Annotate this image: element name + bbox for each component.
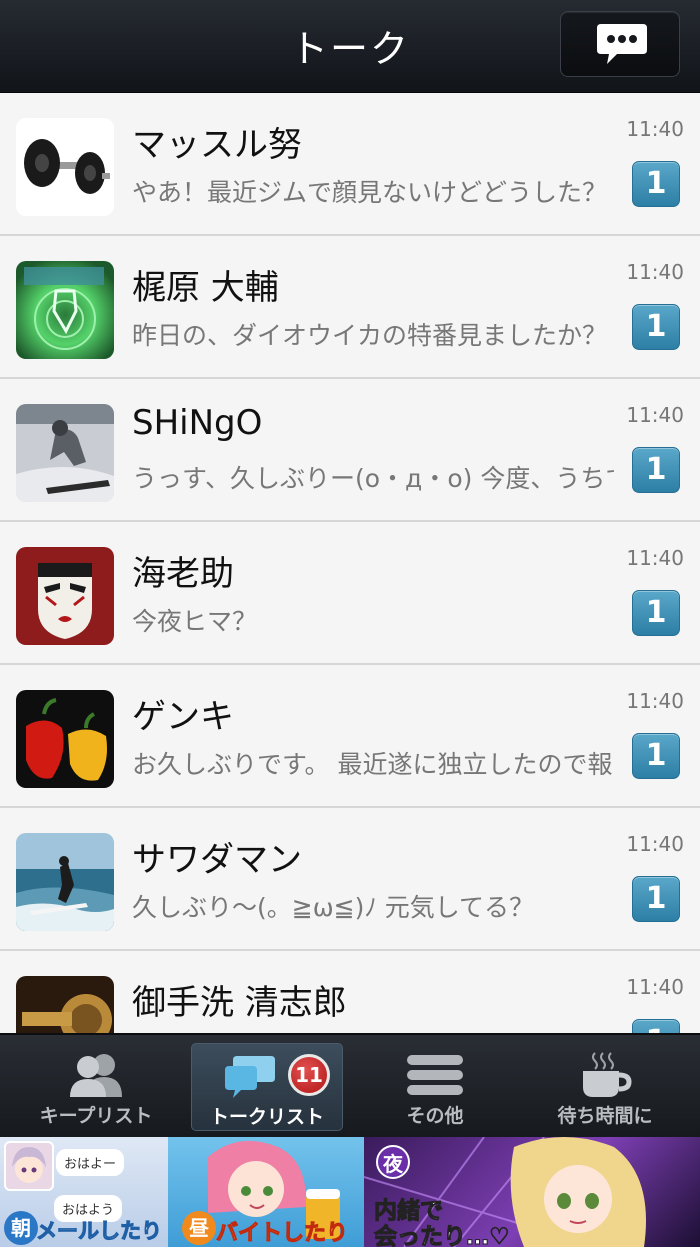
chat-name: 御手洗 清志郎: [132, 983, 347, 1023]
banner-text-night-2: 会ったり…♡: [374, 1224, 511, 1247]
chat-time: 11:40: [626, 117, 684, 141]
banner-tag-daytime: 昼: [182, 1211, 216, 1245]
chat-preview: 久しぶり～(。≧ω≦)ﾉ 元気してる？: [132, 893, 535, 922]
banner-character-avatar: [4, 1141, 54, 1191]
avatar-surfer: [16, 833, 114, 931]
chat-row[interactable]: 梶原 大輔 昨日の、ダイオウイカの特番見ましたか？ 11:40 1: [0, 236, 700, 379]
banner-tag-morning: 朝: [4, 1211, 38, 1245]
chat-row[interactable]: 海老助 今夜ヒマ？ 11:40 1: [0, 522, 700, 665]
banner-text-daytime: バイトしたり: [215, 1221, 349, 1247]
chat-row[interactable]: ゲンキ お久しぶりです。 最近遂に独立したので報告 11:40 1: [0, 665, 700, 808]
chat-row[interactable]: サワダマン 久しぶり～(。≧ω≦)ﾉ 元気してる？ 11:40 1: [0, 808, 700, 951]
chat-name: SHiNgO: [132, 403, 263, 443]
banner-text-morning: メールしたり: [36, 1219, 163, 1244]
chat-preview: 昨日の、ダイオウイカの特番見ましたか？: [132, 321, 608, 350]
chat-row[interactable]: 御手洗 清志郎 11:40 1: [0, 951, 700, 1033]
menu-lines-icon: [407, 1055, 463, 1095]
chat-time: 11:40: [626, 689, 684, 713]
chat-list: マッスル努 やあ！最近ジムで顔見ないけどどうした？ 11:40 1 梶原 大輔 …: [0, 93, 700, 1033]
coffee-cup-icon: [583, 1052, 632, 1097]
avatar-snowboarder: [16, 404, 114, 502]
chat-bubbles-icon: [225, 1056, 275, 1098]
banner-panel-morning: おはよー おはよう 朝 メールしたり: [0, 1137, 168, 1247]
unread-badge: 1: [632, 161, 680, 207]
chat-preview: うっす、久しぶりー(o・д・o) 今度、うちで: [132, 464, 614, 493]
chat-row[interactable]: マッスル努 やあ！最近ジムで顔見ないけどどうした？ 11:40 1: [0, 93, 700, 236]
avatar-cartoon: [16, 261, 114, 359]
avatar-kabuki: [16, 547, 114, 645]
tab-unread-badge: 11: [288, 1054, 330, 1096]
unread-badge: 1: [632, 1019, 680, 1033]
avatar-gold-object: [16, 976, 114, 1033]
chat-time: 11:40: [626, 546, 684, 570]
chat-time: 11:40: [626, 832, 684, 856]
chat-preview: 今夜ヒマ？: [132, 607, 258, 636]
chat-time: 11:40: [626, 260, 684, 284]
unread-badge: 1: [632, 590, 680, 636]
chat-time: 11:40: [626, 403, 684, 427]
tab-keep-list[interactable]: キープリスト: [20, 1043, 172, 1131]
tab-label: トークリスト: [209, 1106, 324, 1128]
unread-badge: 1: [632, 733, 680, 779]
new-chat-button[interactable]: [560, 11, 680, 77]
tab-label: 待ち時間に: [557, 1105, 653, 1127]
chat-time: 11:40: [626, 975, 684, 999]
people-icon: [70, 1054, 122, 1097]
unread-badge: 1: [632, 876, 680, 922]
banner-panel-daytime: 昼 バイトしたり: [168, 1137, 364, 1247]
chat-preview: やあ！最近ジムで顔見ないけどどうした？: [132, 178, 608, 207]
bottom-tab-bar: キープリスト 11 トークリスト その他 待ち時間に: [0, 1033, 700, 1137]
app-header: トーク: [0, 0, 700, 93]
ad-banner[interactable]: おはよー おはよう 朝 メールしたり 昼 バイトしたり 夜 内緒で 会ったり…♡: [0, 1137, 700, 1247]
chat-name: 梶原 大輔: [132, 268, 279, 308]
tab-other[interactable]: その他: [359, 1043, 511, 1131]
chat-name: ゲンキ: [132, 697, 234, 737]
avatar-dumbbell: [16, 118, 114, 216]
banner-panel-night: 夜 内緒で 会ったり…♡: [364, 1137, 700, 1247]
chat-name: 海老助: [132, 554, 234, 594]
unread-badge: 1: [632, 304, 680, 350]
chat-name: サワダマン: [132, 840, 302, 880]
unread-badge: 1: [632, 447, 680, 493]
tab-label: キープリスト: [39, 1105, 153, 1127]
avatar-peppers: [16, 690, 114, 788]
tab-talk-list[interactable]: 11 トークリスト: [191, 1043, 343, 1131]
tab-waiting-time[interactable]: 待ち時間に: [529, 1043, 681, 1131]
speech-bubble-icon: [597, 24, 647, 64]
chat-name: マッスル努: [132, 125, 302, 165]
banner-bubble: おはよー: [56, 1149, 125, 1176]
chat-preview: お久しぶりです。 最近遂に独立したので報告: [132, 750, 614, 779]
banner-tag-night: 夜: [376, 1145, 410, 1179]
chat-row[interactable]: SHiNgO うっす、久しぶりー(o・д・o) 今度、うちで 11:40 1: [0, 379, 700, 522]
tab-label: その他: [406, 1105, 464, 1127]
